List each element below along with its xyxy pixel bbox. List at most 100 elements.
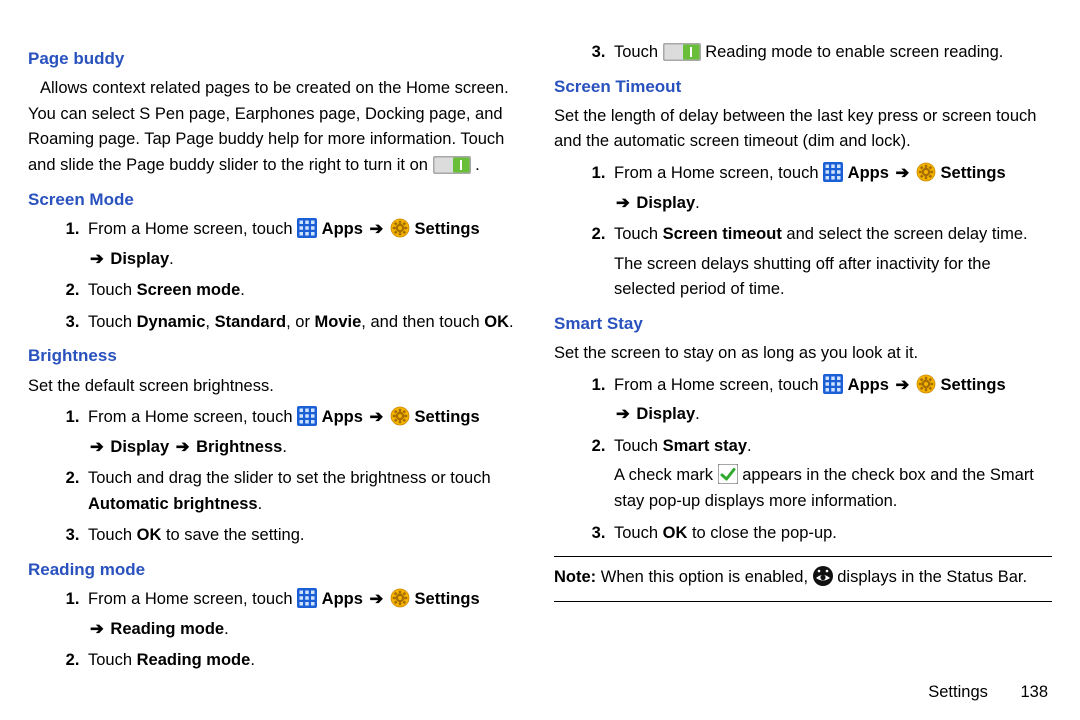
apps-label: Apps	[848, 164, 894, 182]
smart-stay-intro: Set the screen to stay on as long as you…	[554, 341, 1052, 367]
reading-mode-label: Reading mode	[110, 620, 224, 638]
list-item: From a Home screen, touch Apps ➔ Setting…	[84, 405, 526, 460]
settings-icon	[916, 162, 936, 182]
display-label: Display	[110, 438, 173, 456]
text: Touch	[614, 225, 663, 243]
text: From a Home screen, touch	[614, 376, 823, 394]
text: From a Home screen, touch	[614, 164, 823, 182]
screen-mode-steps: From a Home screen, touch Apps ➔ Setting…	[28, 217, 526, 335]
display-label: Display	[636, 405, 695, 423]
reading-mode-steps: From a Home screen, touch Apps ➔ Setting…	[28, 587, 526, 674]
settings-icon	[916, 374, 936, 394]
list-item: From a Home screen, touch Apps ➔ Setting…	[84, 587, 526, 642]
text: to save the setting.	[161, 526, 304, 544]
text: .	[475, 156, 480, 174]
ok-label: OK	[663, 524, 688, 542]
text: From a Home screen, touch	[88, 220, 297, 238]
text: ➔ Display.	[614, 191, 1052, 217]
heading-brightness: Brightness	[28, 343, 526, 369]
ok-label: OK	[484, 313, 509, 331]
toggle-on-icon	[663, 43, 701, 61]
display-label: Display	[636, 194, 695, 212]
display-label: Display	[110, 250, 169, 268]
text: The screen delays shutting off after ina…	[614, 252, 1052, 303]
text: Reading mode to enable screen reading.	[705, 43, 1003, 61]
settings-icon	[390, 218, 410, 238]
text: ➔ Reading mode.	[88, 617, 526, 643]
settings-label: Settings	[415, 590, 480, 608]
left-column: Page buddy Allows context related pages …	[28, 38, 526, 702]
list-item: Touch Screen mode.	[84, 278, 526, 304]
brightness-steps: From a Home screen, touch Apps ➔ Setting…	[28, 405, 526, 549]
heading-reading-mode: Reading mode	[28, 557, 526, 583]
text: displays in the Status Bar.	[837, 568, 1027, 586]
apps-icon	[297, 406, 317, 426]
settings-label: Settings	[415, 408, 480, 426]
screen-mode-label: Screen mode	[137, 281, 241, 299]
screen-timeout-label: Screen timeout	[663, 225, 782, 243]
note-label: Note:	[554, 568, 596, 586]
smart-stay-eye-icon	[813, 566, 833, 586]
apps-icon	[297, 588, 317, 608]
text: ➔ Display ➔ Brightness.	[88, 435, 526, 461]
list-item: From a Home screen, touch Apps ➔ Setting…	[84, 217, 526, 272]
ok-label: OK	[137, 526, 162, 544]
toggle-on-icon	[433, 156, 471, 174]
arrow-icon: ➔	[614, 191, 632, 217]
text: Touch	[88, 651, 137, 669]
apps-label: Apps	[322, 220, 368, 238]
apps-label: Apps	[322, 408, 368, 426]
apps-icon	[823, 374, 843, 394]
arrow-icon: ➔	[368, 217, 386, 243]
arrow-icon: ➔	[894, 161, 912, 187]
list-item: Touch Reading mode.	[84, 648, 526, 674]
arrow-icon: ➔	[88, 617, 106, 643]
list-item: Touch Reading mode to enable screen read…	[610, 40, 1052, 66]
text: and select the screen delay time.	[782, 225, 1028, 243]
checkbox-checked-icon	[718, 464, 738, 484]
note-smart-stay: Note: When this option is enabled, displ…	[554, 565, 1052, 591]
reading-mode-label: Reading mode	[137, 651, 251, 669]
heading-smart-stay: Smart Stay	[554, 311, 1052, 337]
text: to close the pop-up.	[687, 524, 837, 542]
arrow-icon: ➔	[368, 405, 386, 431]
text: Touch	[88, 526, 137, 544]
settings-icon	[390, 588, 410, 608]
text: When this option is enabled,	[596, 568, 812, 586]
text: .	[282, 438, 287, 456]
arrow-icon: ➔	[368, 587, 386, 613]
list-item: From a Home screen, touch Apps ➔ Setting…	[610, 373, 1052, 428]
heading-page-buddy: Page buddy	[28, 46, 526, 72]
text: A check mark appears in the check box an…	[614, 463, 1052, 514]
settings-label: Settings	[415, 220, 480, 238]
settings-icon	[390, 406, 410, 426]
arrow-icon: ➔	[894, 373, 912, 399]
settings-label: Settings	[941, 376, 1006, 394]
text: ➔ Display.	[88, 247, 526, 273]
document-page: Page buddy Allows context related pages …	[0, 0, 1080, 720]
auto-brightness-label: Automatic brightness	[88, 495, 258, 513]
smart-stay-label: Smart stay	[663, 437, 747, 455]
arrow-icon: ➔	[174, 435, 192, 461]
apps-icon	[297, 218, 317, 238]
list-item: Touch OK to close the pop-up.	[610, 521, 1052, 547]
reading-mode-steps-cont: Touch Reading mode to enable screen read…	[554, 40, 1052, 66]
heading-screen-mode: Screen Mode	[28, 187, 526, 213]
smart-stay-steps: From a Home screen, touch Apps ➔ Setting…	[554, 373, 1052, 546]
apps-label: Apps	[848, 376, 894, 394]
list-item: Touch Smart stay. A check mark appears i…	[610, 434, 1052, 515]
arrow-icon: ➔	[88, 435, 106, 461]
apps-label: Apps	[322, 590, 368, 608]
text: .	[509, 313, 514, 331]
right-column: Touch Reading mode to enable screen read…	[554, 38, 1052, 702]
brightness-label: Brightness	[196, 438, 282, 456]
text: Touch	[614, 524, 663, 542]
list-item: From a Home screen, touch Apps ➔ Setting…	[610, 161, 1052, 216]
movie-label: Movie	[315, 313, 362, 331]
brightness-intro: Set the default screen brightness.	[28, 374, 526, 400]
text: Touch and drag the slider to set the bri…	[88, 469, 491, 487]
dynamic-label: Dynamic	[137, 313, 206, 331]
list-item: Touch OK to save the setting.	[84, 523, 526, 549]
standard-label: Standard	[215, 313, 287, 331]
text: .	[169, 250, 174, 268]
